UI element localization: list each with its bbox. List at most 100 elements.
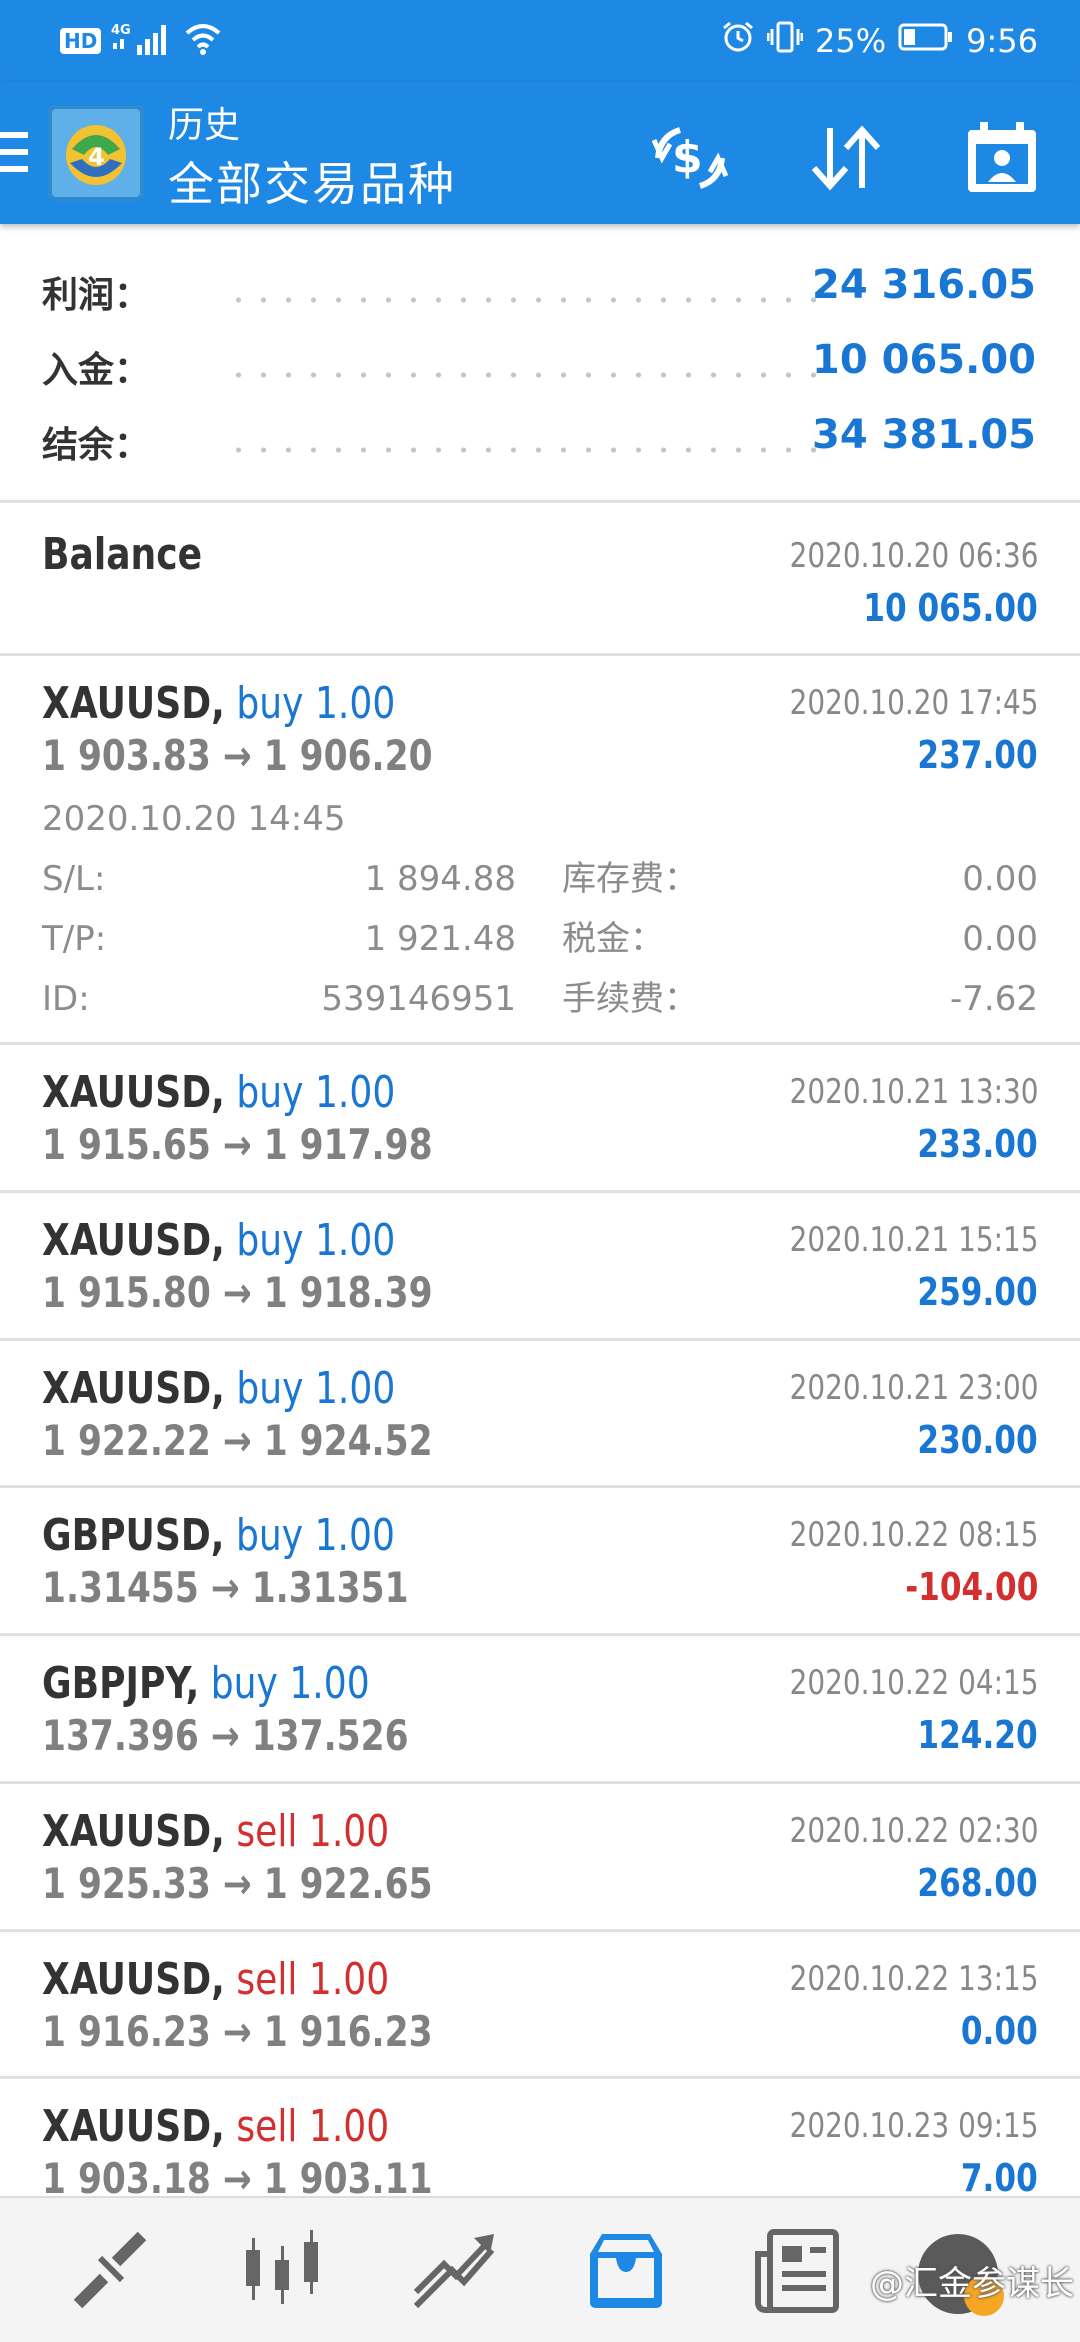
chart-icon[interactable] xyxy=(232,2220,332,2320)
deal-profit: 124.20 xyxy=(917,1713,1038,1757)
balance-label: 结余： xyxy=(42,425,151,466)
signal-icon: 4G xyxy=(111,21,173,61)
sort-icon[interactable] xyxy=(806,118,886,198)
deal-row[interactable]: XAUUSD, buy 1.00 1 915.65 → 1 917.98 202… xyxy=(0,1045,1080,1190)
deal-symbol: XAUUSD, xyxy=(42,1363,225,1414)
swap-label: 库存费： xyxy=(562,859,698,899)
deal-row[interactable]: XAUUSD, buy 1.00 1 922.22 → 1 924.52 202… xyxy=(0,1341,1080,1485)
deal-profit: 237.00 xyxy=(917,733,1038,777)
deal-time: 2020.10.21 23:00 xyxy=(789,1368,1038,1408)
battery-icon xyxy=(898,22,954,60)
deal-row[interactable]: XAUUSD, buy 1.00 1 915.80 → 1 918.39 202… xyxy=(0,1193,1080,1338)
deal-symbol: XAUUSD, xyxy=(42,678,225,729)
deal-side: buy 1.00 xyxy=(236,1067,396,1118)
deal-symbol: GBPUSD, xyxy=(42,1510,225,1561)
deal-prices: 1 915.65 → 1 917.98 xyxy=(42,1120,433,1169)
wifi-icon xyxy=(183,21,223,61)
clock: 9:56 xyxy=(966,22,1038,60)
deal-time: 2020.10.22 13:15 xyxy=(789,1959,1038,1999)
quotes-icon[interactable] xyxy=(60,2220,160,2320)
deal-prices: 1.31455 → 1.31351 xyxy=(42,1563,409,1612)
balance-entry[interactable]: Balance 2020.10.20 06:36 10 065.00 xyxy=(0,503,1080,653)
deal-symbol: XAUUSD, xyxy=(42,1806,225,1857)
watermark: @汇金参谋长 xyxy=(870,2264,1074,2304)
history-icon[interactable] xyxy=(576,2220,676,2320)
deal-prices: 1 925.33 → 1 922.65 xyxy=(42,1859,433,1908)
hd-badge: HD xyxy=(60,28,102,54)
deal-row[interactable]: XAUUSD, sell 1.00 1 925.33 → 1 922.65 20… xyxy=(0,1784,1080,1929)
dotted-leader xyxy=(226,447,816,453)
deal-time: 2020.10.20 17:45 xyxy=(789,683,1038,723)
profit-value: 24 316.05 xyxy=(812,262,1036,308)
trade-icon[interactable] xyxy=(404,2220,504,2320)
deal-prices: 1 916.23 → 1 916.23 xyxy=(42,2007,433,2056)
deal-prices: 1 903.83 → 1 906.20 xyxy=(42,731,433,780)
balance-entry-time: 2020.10.20 06:36 xyxy=(789,536,1038,576)
summary-panel: 利润： 24 316.05 入金： 10 065.00 结余： 34 381.0… xyxy=(0,224,1080,500)
fee-value: -7.62 xyxy=(950,979,1038,1019)
deal-side: sell 1.00 xyxy=(236,1954,390,2005)
deal-profit: 0.00 xyxy=(961,2009,1038,2053)
deal-prices: 1 915.80 → 1 918.39 xyxy=(42,1268,433,1317)
deal-symbol: XAUUSD, xyxy=(42,1954,225,2005)
deal-side: buy 1.00 xyxy=(235,1510,395,1561)
calendar-icon[interactable] xyxy=(962,118,1042,198)
balance-entry-label: Balance xyxy=(42,529,203,580)
deal-symbol: GBPJPY, xyxy=(42,1658,200,1709)
deal-profit: 7.00 xyxy=(961,2156,1038,2196)
profit-row: 利润： 24 316.05 xyxy=(0,252,1080,326)
deal-row[interactable]: XAUUSD, sell 1.00 1 903.18 → 1 903.11 20… xyxy=(0,2079,1080,2196)
deal-time: 2020.10.21 15:15 xyxy=(789,1220,1038,1260)
metatrader-logo[interactable]: 4 xyxy=(48,105,144,201)
deal-prices: 1 903.18 → 1 903.11 xyxy=(42,2154,433,2196)
deal-row[interactable]: GBPUSD, buy 1.00 1.31455 → 1.31351 2020.… xyxy=(0,1488,1080,1633)
svg-text:$: $ xyxy=(672,132,703,183)
deal-side: sell 1.00 xyxy=(236,2101,390,2152)
deposit-value: 10 065.00 xyxy=(812,337,1036,383)
fee-label: 手续费： xyxy=(562,979,698,1019)
bottom-nav: @汇金参谋长 xyxy=(0,2196,1080,2342)
deal-profit: -104.00 xyxy=(904,1565,1038,1609)
deal-profit: 230.00 xyxy=(917,1418,1038,1462)
tp-label: T/P: xyxy=(42,919,107,959)
app-bar: 4 历史 全部交易品种 $ xyxy=(0,82,1080,224)
dotted-leader xyxy=(226,372,816,378)
deal-time: 2020.10.22 02:30 xyxy=(789,1811,1038,1851)
currency-exchange-icon[interactable]: $ xyxy=(650,118,730,198)
tp-value: 1 921.48 xyxy=(364,919,516,959)
deal-side: sell 1.00 xyxy=(236,1806,390,1857)
deal-profit: 233.00 xyxy=(917,1122,1038,1166)
status-bar: HD 4G 25% 9:56 xyxy=(0,0,1080,82)
menu-icon[interactable] xyxy=(0,132,28,172)
deal-profit: 268.00 xyxy=(917,1861,1038,1905)
balance-value: 34 381.05 xyxy=(812,412,1036,458)
balance-entry-amount: 10 065.00 xyxy=(863,586,1038,630)
deal-side: buy 1.00 xyxy=(210,1658,370,1709)
deal-row[interactable]: XAUUSD, sell 1.00 1 916.23 → 1 916.23 20… xyxy=(0,1932,1080,2076)
news-icon[interactable] xyxy=(748,2220,848,2320)
deal-row[interactable]: GBPJPY, buy 1.00 137.396 → 137.526 2020.… xyxy=(0,1636,1080,1781)
dotted-leader xyxy=(226,297,816,303)
deposit-label: 入金： xyxy=(42,350,151,391)
balance-row: 结余： 34 381.05 xyxy=(0,402,1080,476)
id-label: ID: xyxy=(42,979,90,1019)
symbol-filter-title[interactable]: 全部交易品种 xyxy=(168,148,456,214)
deal-symbol: XAUUSD, xyxy=(42,1215,225,1266)
deal-prices: 137.396 → 137.526 xyxy=(42,1711,409,1760)
deal-profit: 259.00 xyxy=(917,1270,1038,1314)
deal-open-time: 2020.10.20 14:45 xyxy=(42,799,346,839)
deal-prices: 1 922.22 → 1 924.52 xyxy=(42,1416,433,1465)
deal-row[interactable]: XAUUSD, buy 1.00 1 903.83 → 1 906.20 202… xyxy=(0,656,1080,1042)
swap-value: 0.00 xyxy=(962,859,1038,899)
tax-value: 0.00 xyxy=(962,919,1038,959)
deal-side: buy 1.00 xyxy=(236,1215,396,1266)
deal-time: 2020.10.22 08:15 xyxy=(789,1515,1038,1555)
deal-side: buy 1.00 xyxy=(236,1363,396,1414)
network-type: 4G xyxy=(111,23,131,38)
deal-symbol: XAUUSD, xyxy=(42,2101,225,2152)
page-title: 历史 xyxy=(168,105,241,146)
profit-label: 利润： xyxy=(42,275,151,316)
tax-label: 税金： xyxy=(562,919,664,959)
deal-side: buy 1.00 xyxy=(236,678,396,729)
deal-time: 2020.10.23 09:15 xyxy=(789,2106,1038,2146)
